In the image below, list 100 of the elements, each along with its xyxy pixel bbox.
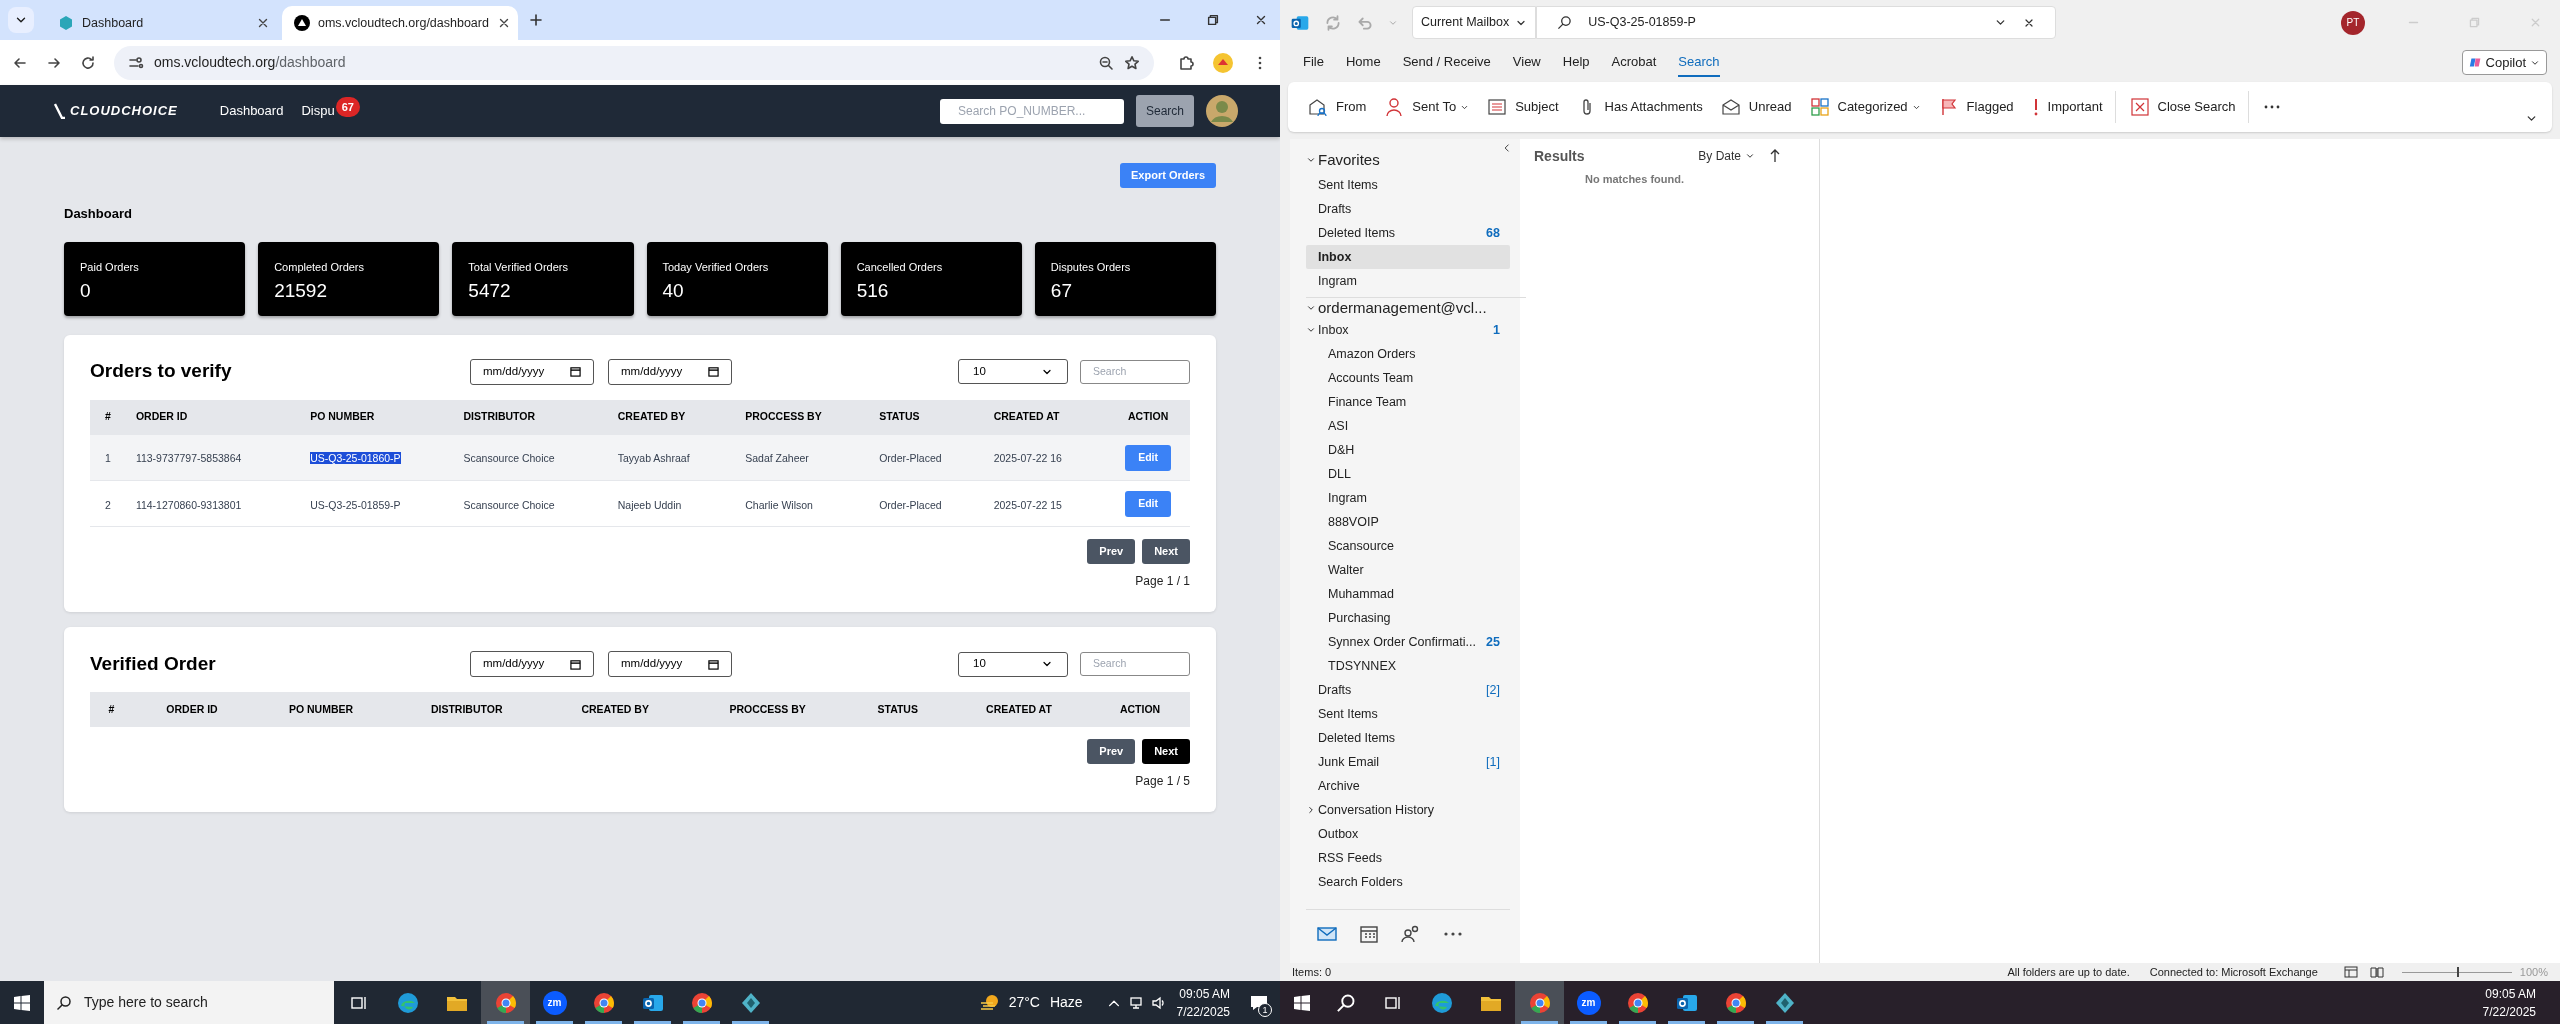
folder-item[interactable]: Synnex Order Confirmati... 25 [1306, 630, 1510, 654]
taskbar-clock[interactable]: 09:05 AM 7/22/2025 [1176, 984, 1230, 1021]
windows-start-icon[interactable] [14, 994, 30, 1011]
edit-button[interactable]: Edit [1125, 490, 1172, 517]
ribbon-button[interactable]: Close Search [2123, 90, 2242, 124]
folder-item[interactable]: Amazon Orders [1306, 342, 1510, 366]
folder-item[interactable]: Conversation History [1306, 798, 1510, 822]
normal-view-icon[interactable] [2343, 966, 2358, 978]
menu-tab[interactable]: File [1303, 48, 1324, 77]
date-field[interactable]: mm/dd/yyyy [608, 651, 732, 677]
taskbar-search-field[interactable]: Type here to search [44, 981, 334, 1024]
export-button[interactable]: Export Orders [1120, 163, 1216, 188]
windows-start-icon[interactable] [1294, 994, 1310, 1011]
date-field[interactable]: mm/dd/yyyy [608, 358, 732, 385]
menu-tab[interactable]: Home [1345, 48, 1381, 77]
mailbox-scope-dropdown[interactable]: Current Mailbox [1412, 6, 1537, 39]
folder-item[interactable]: Purchasing [1306, 606, 1510, 630]
page-size-select[interactable]: 10 [958, 359, 1068, 384]
site-settings-icon[interactable] [128, 54, 144, 71]
nav-link[interactable]: Dispu [301, 101, 335, 121]
folder-item[interactable]: 888VOIP [1306, 510, 1510, 534]
nav-link[interactable]: Dashboard [219, 101, 284, 121]
chevron-right-icon[interactable] [1306, 805, 1316, 815]
taskbar-app-button[interactable]: zm [530, 981, 579, 1024]
taskbar-app-button[interactable] [481, 981, 530, 1024]
ribbon-button[interactable]: Categorized [1803, 90, 1927, 124]
favorites-header[interactable]: Favorites [1306, 147, 1510, 173]
taskbar-clock[interactable]: 09:05 AM 7/22/2025 [2482, 984, 2536, 1021]
close-icon[interactable] [256, 16, 270, 30]
menu-tab[interactable]: Acrobat [1611, 48, 1657, 77]
chevron-down-icon[interactable] [1306, 155, 1316, 165]
search-button[interactable]: Search [1135, 95, 1194, 127]
folder-item[interactable]: Deleted Items [1306, 726, 1510, 750]
taskbar-app-button[interactable] [1515, 981, 1564, 1024]
menu-tab[interactable]: View [1512, 48, 1541, 77]
folder-item[interactable]: Accounts Team [1306, 366, 1510, 390]
chevron-down-icon[interactable] [1306, 325, 1316, 335]
menu-tab[interactable]: Send / Receive [1402, 48, 1491, 77]
zoom-out-icon[interactable] [1098, 54, 1114, 71]
ribbon-button[interactable]: Important [2025, 90, 2109, 124]
folder-item[interactable]: Drafts [2] [1306, 678, 1510, 702]
folder-item[interactable]: Deleted Items 68 [1306, 221, 1510, 245]
tab-search-icon[interactable] [8, 7, 34, 33]
reload-icon[interactable] [80, 54, 96, 71]
folder-item[interactable]: Finance Team [1306, 390, 1510, 414]
folder-item[interactable]: ASI [1306, 414, 1510, 438]
menu-tab[interactable]: Search [1678, 48, 1720, 77]
date-field[interactable]: mm/dd/yyyy [470, 651, 594, 677]
folder-item[interactable]: RSS Feeds [1306, 846, 1510, 870]
ribbon-button[interactable]: Flagged [1932, 90, 2020, 124]
folder-item[interactable]: TDSYNNEX [1306, 654, 1510, 678]
sort-direction-arrow-icon[interactable] [1769, 149, 1781, 163]
next-button[interactable]: Next [1142, 539, 1190, 564]
folder-item[interactable]: Ingram [1306, 269, 1510, 293]
folder-item[interactable]: Outbox [1306, 822, 1510, 846]
chevron-down-icon[interactable] [1306, 303, 1316, 313]
network-icon[interactable] [1128, 994, 1145, 1011]
zoom-slider-thumb[interactable] [2456, 966, 2459, 977]
prev-button[interactable]: Prev [1087, 539, 1136, 564]
folder-item[interactable]: Junk Email [1] [1306, 750, 1510, 774]
extension-icon[interactable] [1212, 51, 1234, 74]
close-icon[interactable] [1254, 13, 1268, 27]
volume-icon[interactable] [1150, 994, 1167, 1011]
ribbon-button[interactable]: From [1302, 90, 1373, 124]
folder-item[interactable]: Sent Items [1306, 173, 1510, 197]
folder-item[interactable]: Walter [1306, 558, 1510, 582]
prev-button[interactable]: Prev [1087, 739, 1136, 764]
folder-item[interactable]: D&H [1306, 438, 1510, 462]
folder-item[interactable]: Scansource [1306, 534, 1510, 558]
account-header[interactable]: ordermanagement@vcl... [1306, 298, 1510, 318]
folder-item[interactable]: Ingram [1306, 486, 1510, 510]
reading-view-icon[interactable] [2369, 966, 2384, 978]
browser-tab[interactable]: Dashboard [46, 6, 282, 40]
copilot-button[interactable]: Copilot [2461, 50, 2547, 75]
edit-button[interactable]: Edit [1125, 444, 1172, 471]
ribbon-button[interactable]: Subject [1481, 90, 1565, 124]
menu-tab[interactable]: Help [1562, 48, 1590, 77]
folder-item[interactable]: Search Folders [1306, 870, 1510, 894]
page-size-select[interactable]: 10 [958, 651, 1068, 677]
date-field[interactable]: mm/dd/yyyy [470, 358, 594, 385]
next-button[interactable]: Next [1142, 739, 1190, 764]
folder-item[interactable]: Inbox [1306, 245, 1510, 269]
ribbon-button[interactable]: Sent To [1378, 90, 1476, 124]
user-avatar[interactable]: PT [2341, 10, 2365, 35]
folder-item[interactable]: Drafts [1306, 197, 1510, 221]
mail-search-field[interactable]: US-Q3-25-01859-P [1536, 6, 2057, 39]
browser-tab[interactable]: oms.vcloudtech.org/dashboard [282, 6, 518, 40]
folder-item[interactable]: Sent Items [1306, 702, 1510, 726]
sort-dropdown[interactable]: By Date [1698, 147, 1755, 165]
folder-item[interactable]: Archive [1306, 774, 1510, 798]
folder-item[interactable]: Muhammad [1306, 582, 1510, 606]
search-icon[interactable] [1336, 992, 1356, 1013]
folder-item[interactable]: DLL [1306, 462, 1510, 486]
new-tab-icon[interactable] [528, 12, 544, 28]
ribbon-button[interactable]: Unread [1714, 90, 1798, 124]
folder-item[interactable]: Inbox 1 [1306, 318, 1510, 342]
notification-button[interactable]: 1 [1242, 987, 1276, 1018]
star-icon[interactable] [1124, 54, 1140, 71]
ribbon-button[interactable]: Has Attachments [1570, 90, 1709, 124]
extensions-icon[interactable] [1178, 54, 1194, 71]
